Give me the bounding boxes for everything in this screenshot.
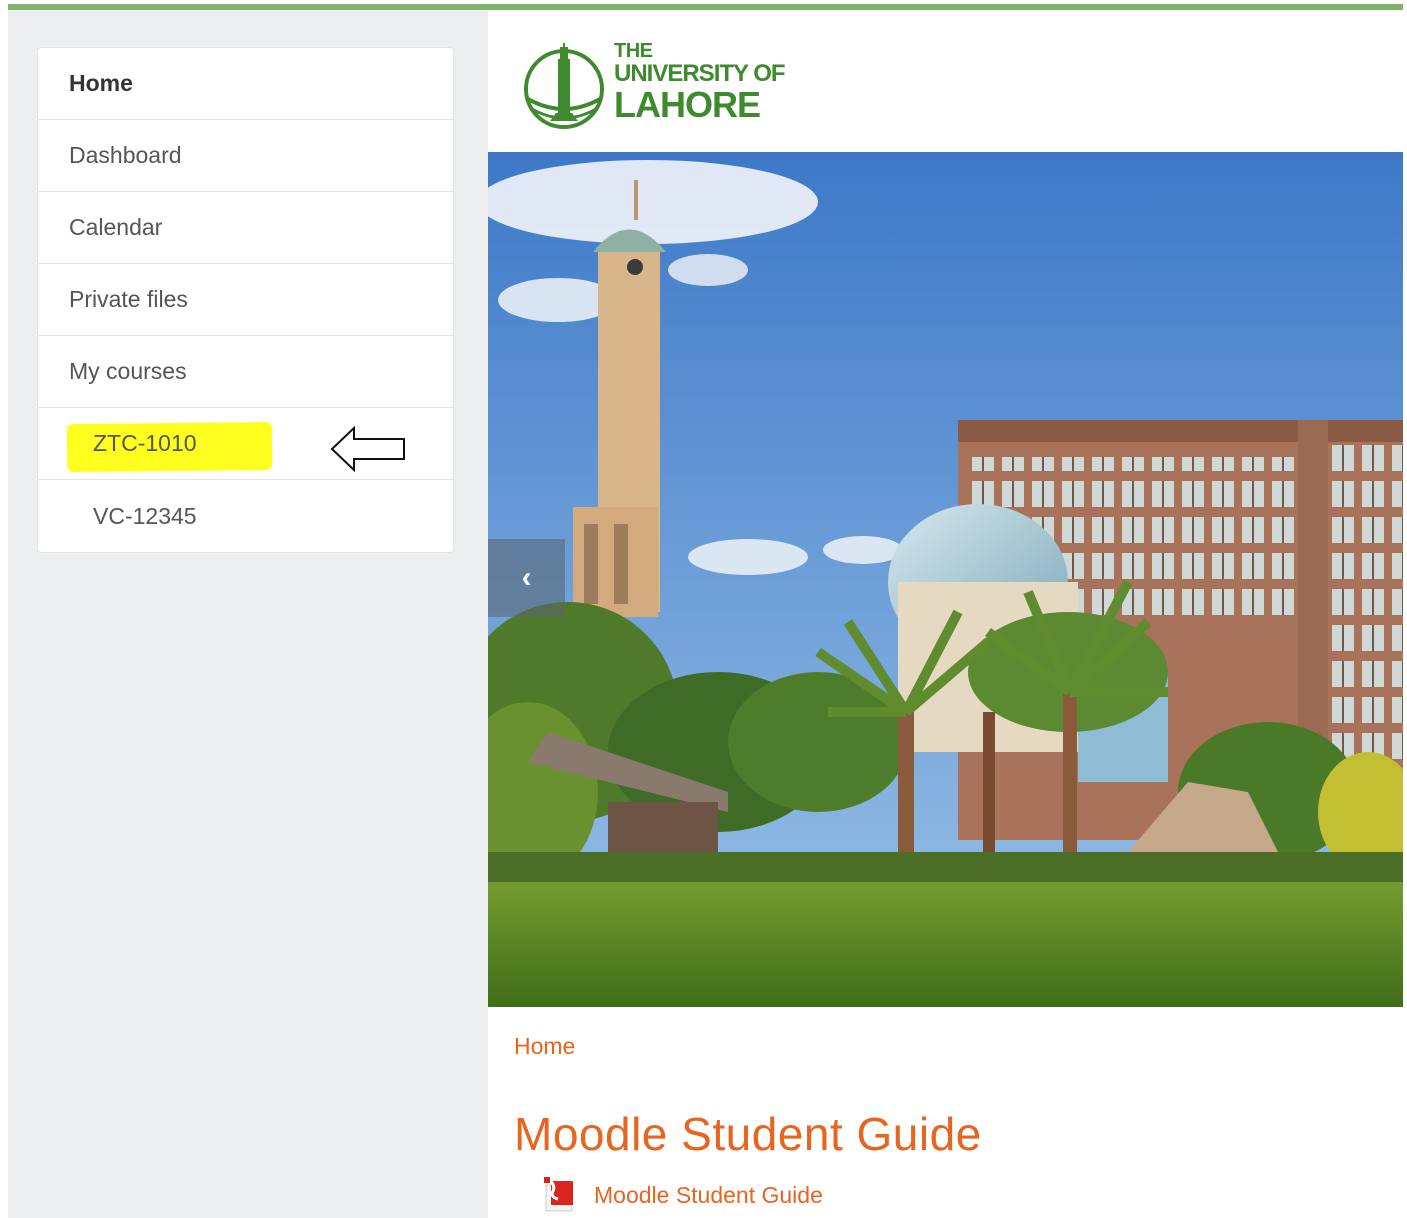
- nav-item-label: Home: [69, 70, 133, 96]
- logo-line-2: UNIVERSITY OF: [614, 60, 786, 87]
- nav-item-course-vc-12345[interactable]: VC-12345: [38, 480, 453, 552]
- navigation-block: Home Dashboard Calendar Private files My…: [37, 47, 454, 553]
- university-logo[interactable]: THE UNIVERSITY OF LAHORE: [522, 41, 812, 131]
- chevron-left-icon: ‹: [521, 561, 532, 594]
- nav-item-home[interactable]: Home: [38, 48, 453, 120]
- pdf-icon: [544, 1177, 573, 1212]
- left-sidebar: Home Dashboard Calendar Private files My…: [8, 11, 488, 1218]
- page-title: Moodle Student Guide: [514, 1108, 982, 1160]
- resource-label: Moodle Student Guide: [594, 1181, 823, 1208]
- nav-item-course-ztc-1010[interactable]: ZTC-1010: [38, 408, 453, 480]
- breadcrumb-home[interactable]: Home: [514, 1033, 575, 1060]
- nav-item-private-files[interactable]: Private files: [38, 264, 453, 336]
- campus-photo: [488, 152, 1403, 1007]
- nav-item-label: Private files: [69, 286, 188, 312]
- nav-item-dashboard[interactable]: Dashboard: [38, 120, 453, 192]
- minar-logo-icon: [524, 43, 604, 129]
- nav-item-calendar[interactable]: Calendar: [38, 192, 453, 264]
- logo-line-3: LAHORE: [614, 84, 761, 125]
- nav-item-label: My courses: [69, 358, 187, 384]
- hero-carousel: ‹: [488, 152, 1403, 1007]
- carousel-prev-button[interactable]: ‹: [488, 539, 565, 617]
- nav-item-label: Dashboard: [69, 142, 182, 168]
- logo-text: THE UNIVERSITY OF LAHORE: [614, 40, 786, 125]
- nav-item-label: Calendar: [69, 214, 163, 240]
- logo-line-1: THE: [614, 40, 653, 62]
- nav-item-label: ZTC-1010: [93, 430, 197, 456]
- main-content: THE UNIVERSITY OF LAHORE ‹ Home Moodle S…: [488, 11, 1403, 1218]
- top-bar: [0, 0, 1407, 11]
- left-arrow-icon: [330, 426, 405, 472]
- resource-link[interactable]: Moodle Student Guide: [544, 1177, 823, 1213]
- nav-item-my-courses[interactable]: My courses: [38, 336, 453, 408]
- nav-item-label: VC-12345: [93, 502, 197, 529]
- top-accent-line: [8, 4, 1403, 10]
